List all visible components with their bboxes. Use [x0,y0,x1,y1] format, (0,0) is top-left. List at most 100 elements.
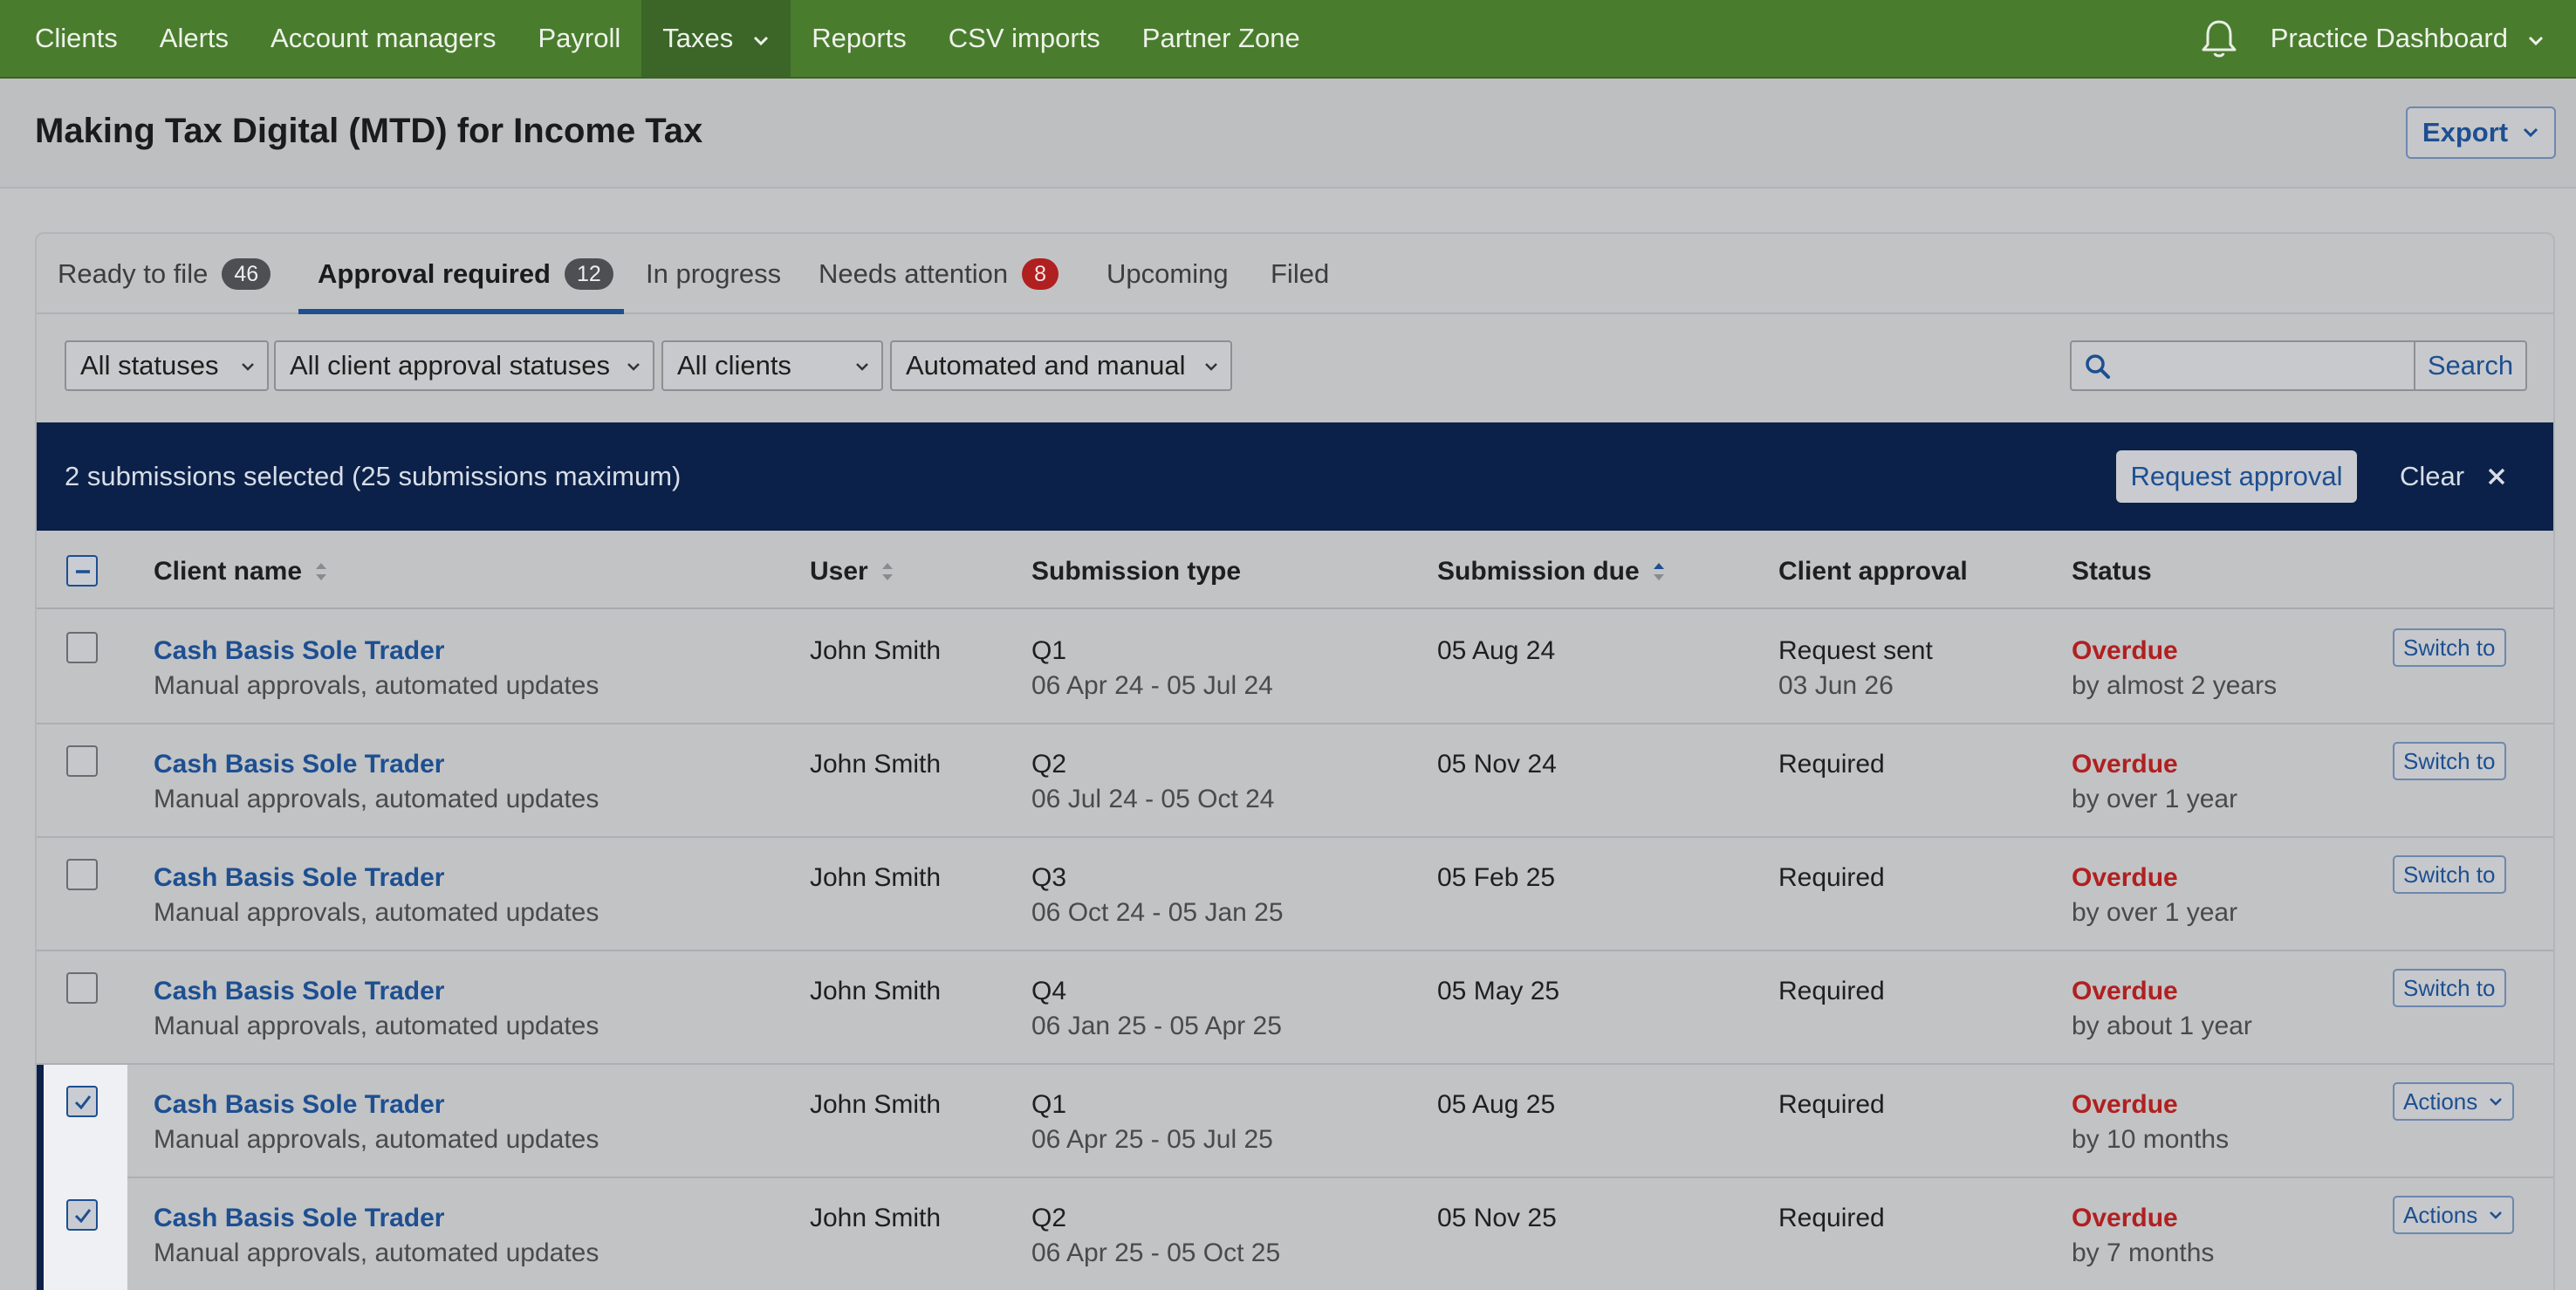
table-header: Client name User Submission type Submiss… [37,531,2553,609]
client-name-link[interactable]: Cash Basis Sole Trader [154,974,599,1009]
nav-payroll[interactable]: Payroll [517,0,642,77]
nav-label: Taxes [662,23,734,53]
user-cell: John Smith [810,747,941,782]
status-overdue: Overdue [2072,750,2178,779]
row-checkbox[interactable] [66,745,98,777]
action-label: Switch to [2403,634,2496,661]
row-checkbox[interactable] [66,1199,98,1231]
client-name-link[interactable]: Cash Basis Sole Trader [154,747,599,782]
status-detail: by over 1 year [2072,785,2238,813]
action-label: Switch to [2403,974,2496,1001]
tab-approval-required[interactable]: Approval required 12 [318,234,613,314]
tab-ready-to-file[interactable]: Ready to file 46 [58,234,271,314]
minus-icon [76,570,90,573]
status-overdue: Overdue [2072,863,2178,892]
submission-quarter: Q3 [1031,863,1067,892]
tab-in-progress[interactable]: In progress [646,234,781,314]
column-header-submission-due[interactable]: Submission due [1437,557,1666,587]
submission-due-cell: 05 Nov 25 [1437,1201,1557,1236]
user-cell: John Smith [810,974,941,1009]
clients-filter-select[interactable]: All clients [661,340,883,391]
client-cell: Cash Basis Sole Trader Manual approvals, … [154,634,599,703]
table-row: Cash Basis Sole Trader Manual approvals, … [37,1178,2553,1290]
row-checkbox[interactable] [66,1086,98,1117]
export-button[interactable]: Export [2406,106,2556,159]
actions-dropdown-button[interactable]: Actions [2393,1196,2515,1234]
client-name-link[interactable]: Cash Basis Sole Trader [154,1088,599,1122]
status-detail: by almost 2 years [2072,671,2278,700]
tab-upcoming[interactable]: Upcoming [1106,234,1229,314]
request-approval-button[interactable]: Request approval [2116,450,2357,503]
nav-reports[interactable]: Reports [791,0,928,77]
client-subtitle: Manual approvals, automated updates [154,1012,599,1040]
select-all-checkbox[interactable] [66,555,98,587]
submission-period: 06 Oct 24 - 05 Jan 25 [1031,898,1284,927]
nav-taxes[interactable]: Taxes [641,0,791,77]
status-cell: Overdue by 7 months [2072,1201,2214,1271]
client-approval-filter-select[interactable]: All client approval statuses [274,340,654,391]
client-cell: Cash Basis Sole Trader Manual approvals, … [154,974,599,1044]
search-button[interactable]: Search [2414,340,2527,391]
client-name-link[interactable]: Cash Basis Sole Trader [154,861,599,895]
mode-filter-select[interactable]: Automated and manual [890,340,1232,391]
switch-to-button[interactable]: Switch to [2393,742,2506,780]
status-filter-select[interactable]: All statuses [65,340,269,391]
submission-quarter: Q1 [1031,1090,1067,1119]
actions-dropdown-button[interactable]: Actions [2393,1082,2515,1121]
due-date: 05 Aug 25 [1437,1090,1556,1119]
row-checkbox[interactable] [66,632,98,663]
nav-clients[interactable]: Clients [0,0,139,77]
due-date: 05 Aug 24 [1437,636,1556,665]
checkmark-icon [74,1095,92,1110]
user-cell: John Smith [810,861,941,895]
header-label: Submission due [1437,557,1640,586]
column-header-user[interactable]: User [810,557,894,587]
search-input[interactable] [2124,347,2403,384]
client-approval-cell: Required [1778,974,1885,1009]
nav-partner-zone[interactable]: Partner Zone [1121,0,1321,77]
client-approval-cell: Required [1778,1088,1885,1122]
search-field [2070,340,2415,391]
due-date: 05 Nov 24 [1437,750,1557,779]
action-label: Actions [2403,1088,2478,1115]
client-name-link[interactable]: Cash Basis Sole Trader [154,1201,599,1236]
column-header-client[interactable]: Client name [154,557,328,587]
status-cell: Overdue by 10 months [2072,1088,2229,1157]
active-tab-indicator [298,309,624,314]
select-value: All client approval statuses [290,350,611,381]
chevron-down-icon [627,363,640,371]
sort-ascending-icon [1653,563,1664,580]
row-checkbox[interactable] [66,859,98,890]
sort-icon [881,563,893,580]
count-badge: 8 [1022,258,1059,290]
client-cell: Cash Basis Sole Trader Manual approvals, … [154,1088,599,1157]
due-date: 05 Nov 25 [1437,1204,1557,1232]
nav-csv-imports[interactable]: CSV imports [928,0,1121,77]
nav-alerts[interactable]: Alerts [139,0,250,77]
client-name-link[interactable]: Cash Basis Sole Trader [154,634,599,669]
client-approval-cell: Required [1778,1201,1885,1236]
nav-account-managers[interactable]: Account managers [250,0,517,77]
select-value: All clients [677,350,791,381]
submission-type-cell: Q2 06 Jul 24 - 05 Oct 24 [1031,747,1275,817]
submission-type-cell: Q1 06 Apr 25 - 05 Jul 25 [1031,1088,1273,1157]
row-checkbox[interactable] [66,972,98,1004]
tab-needs-attention[interactable]: Needs attention 8 [819,234,1059,314]
status-cell: Overdue by over 1 year [2072,747,2237,817]
user-cell: John Smith [810,634,941,669]
approval-date: 03 Jun 26 [1778,671,1894,700]
bell-icon[interactable] [2189,18,2250,58]
chevron-down-icon [2527,23,2545,54]
switch-to-button[interactable]: Switch to [2393,855,2506,894]
practice-dashboard-menu[interactable]: Practice Dashboard [2250,0,2576,77]
tab-filed[interactable]: Filed [1271,234,1329,314]
approval-status: Required [1778,863,1885,892]
submission-period: 06 Jul 24 - 05 Oct 24 [1031,785,1275,813]
switch-to-button[interactable]: Switch to [2393,628,2506,667]
switch-to-button[interactable]: Switch to [2393,969,2506,1007]
clear-selection-button[interactable]: Clear [2400,450,2506,503]
chevron-down-icon [856,363,868,371]
approval-status: Required [1778,750,1885,779]
client-subtitle: Manual approvals, automated updates [154,785,599,813]
submission-due-cell: 05 Aug 25 [1437,1088,1555,1122]
